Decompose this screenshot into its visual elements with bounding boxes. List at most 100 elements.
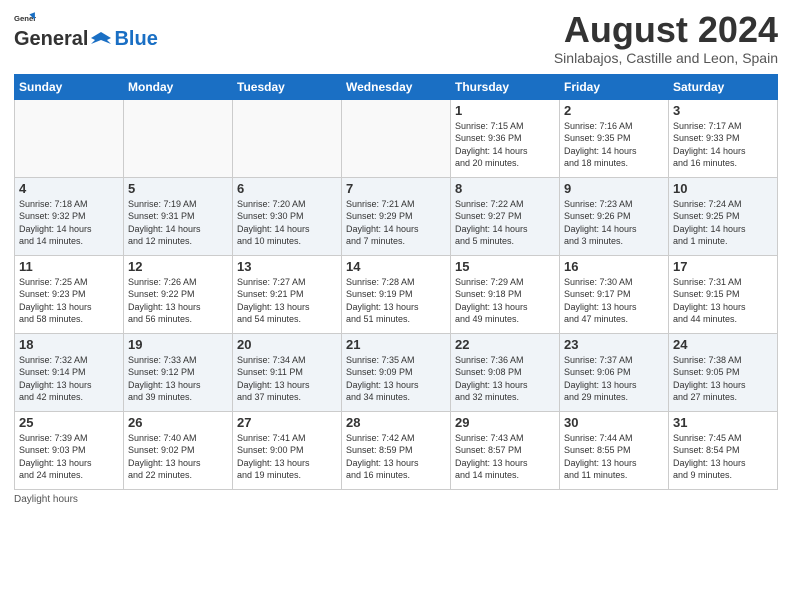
calendar-cell: 3 Sunrise: 7:17 AM Sunset: 9:33 PM Daylig…	[669, 99, 778, 177]
day-number: 8	[455, 181, 555, 196]
day-info: Sunrise: 7:17 AM Sunset: 9:33 PM Dayligh…	[673, 120, 773, 170]
calendar-table: SundayMondayTuesdayWednesdayThursdayFrid…	[14, 74, 778, 490]
page-title: August 2024	[554, 10, 778, 50]
day-number: 31	[673, 415, 773, 430]
day-number: 9	[564, 181, 664, 196]
calendar-cell: 1 Sunrise: 7:15 AM Sunset: 9:36 PM Daylig…	[451, 99, 560, 177]
day-number: 27	[237, 415, 337, 430]
calendar-cell: 16 Sunrise: 7:30 AM Sunset: 9:17 PM Dayli…	[560, 255, 669, 333]
calendar-cell	[15, 99, 124, 177]
day-info: Sunrise: 7:21 AM Sunset: 9:29 PM Dayligh…	[346, 198, 446, 248]
calendar-cell: 25Sunrise: 7:39 AM Sunset: 9:03 PM Dayli…	[15, 411, 124, 489]
title-area: August 2024 Sinlabajos, Castille and Leo…	[554, 10, 778, 66]
day-number: 29	[455, 415, 555, 430]
calendar-cell: 10 Sunrise: 7:24 AM Sunset: 9:25 PM Dayli…	[669, 177, 778, 255]
calendar-header-monday: Monday	[124, 74, 233, 99]
day-info: Sunrise: 7:45 AM Sunset: 8:54 PM Dayligh…	[673, 432, 773, 482]
day-number: 13	[237, 259, 337, 274]
calendar-cell: 5 Sunrise: 7:19 AM Sunset: 9:31 PM Daylig…	[124, 177, 233, 255]
day-number: 23	[564, 337, 664, 352]
calendar-header-saturday: Saturday	[669, 74, 778, 99]
day-info: Sunrise: 7:32 AM Sunset: 9:14 PM Dayligh…	[19, 354, 119, 404]
day-number: 15	[455, 259, 555, 274]
day-info: Sunrise: 7:43 AM Sunset: 8:57 PM Dayligh…	[455, 432, 555, 482]
day-number: 12	[128, 259, 228, 274]
day-number: 21	[346, 337, 446, 352]
calendar-cell: 14 Sunrise: 7:28 AM Sunset: 9:19 PM Dayli…	[342, 255, 451, 333]
day-number: 28	[346, 415, 446, 430]
day-number: 30	[564, 415, 664, 430]
day-info: Sunrise: 7:29 AM Sunset: 9:18 PM Dayligh…	[455, 276, 555, 326]
day-info: Sunrise: 7:27 AM Sunset: 9:21 PM Dayligh…	[237, 276, 337, 326]
day-info: Sunrise: 7:25 AM Sunset: 9:23 PM Dayligh…	[19, 276, 119, 326]
calendar-cell: 4 Sunrise: 7:18 AM Sunset: 9:32 PM Daylig…	[15, 177, 124, 255]
day-number: 10	[673, 181, 773, 196]
day-info: Sunrise: 7:31 AM Sunset: 9:15 PM Dayligh…	[673, 276, 773, 326]
calendar-cell: 12 Sunrise: 7:26 AM Sunset: 9:22 PM Dayli…	[124, 255, 233, 333]
calendar-cell: 30 Sunrise: 7:44 AM Sunset: 8:55 PM Dayli…	[560, 411, 669, 489]
day-info: Sunrise: 7:23 AM Sunset: 9:26 PM Dayligh…	[564, 198, 664, 248]
day-info: Sunrise: 7:26 AM Sunset: 9:22 PM Dayligh…	[128, 276, 228, 326]
calendar-cell: 13 Sunrise: 7:27 AM Sunset: 9:21 PM Dayli…	[233, 255, 342, 333]
day-info: Sunrise: 7:30 AM Sunset: 9:17 PM Dayligh…	[564, 276, 664, 326]
day-number: 19	[128, 337, 228, 352]
calendar-cell	[124, 99, 233, 177]
calendar-cell	[233, 99, 342, 177]
day-info: Sunrise: 7:34 AM Sunset: 9:11 PM Dayligh…	[237, 354, 337, 404]
day-number: 11	[19, 259, 119, 274]
calendar-cell: 21Sunrise: 7:35 AM Sunset: 9:09 PM Dayli…	[342, 333, 451, 411]
day-number: 6	[237, 181, 337, 196]
day-info: Sunrise: 7:15 AM Sunset: 9:36 PM Dayligh…	[455, 120, 555, 170]
calendar-header-wednesday: Wednesday	[342, 74, 451, 99]
calendar-cell: 7Sunrise: 7:21 AM Sunset: 9:29 PM Daylig…	[342, 177, 451, 255]
day-info: Sunrise: 7:24 AM Sunset: 9:25 PM Dayligh…	[673, 198, 773, 248]
calendar-cell: 9 Sunrise: 7:23 AM Sunset: 9:26 PM Daylig…	[560, 177, 669, 255]
logo: General General Blue	[14, 10, 158, 51]
day-info: Sunrise: 7:33 AM Sunset: 9:12 PM Dayligh…	[128, 354, 228, 404]
day-info: Sunrise: 7:42 AM Sunset: 8:59 PM Dayligh…	[346, 432, 446, 482]
day-number: 26	[128, 415, 228, 430]
calendar-header-friday: Friday	[560, 74, 669, 99]
calendar-cell: 31 Sunrise: 7:45 AM Sunset: 8:54 PM Dayli…	[669, 411, 778, 489]
day-number: 2	[564, 103, 664, 118]
calendar-cell: 23 Sunrise: 7:37 AM Sunset: 9:06 PM Dayli…	[560, 333, 669, 411]
day-number: 20	[237, 337, 337, 352]
day-number: 4	[19, 181, 119, 196]
day-info: Sunrise: 7:44 AM Sunset: 8:55 PM Dayligh…	[564, 432, 664, 482]
calendar-cell: 15 Sunrise: 7:29 AM Sunset: 9:18 PM Dayli…	[451, 255, 560, 333]
day-info: Sunrise: 7:20 AM Sunset: 9:30 PM Dayligh…	[237, 198, 337, 248]
calendar-cell: 28 Sunrise: 7:42 AM Sunset: 8:59 PM Dayli…	[342, 411, 451, 489]
calendar-cell: 20 Sunrise: 7:34 AM Sunset: 9:11 PM Dayli…	[233, 333, 342, 411]
calendar-cell: 17 Sunrise: 7:31 AM Sunset: 9:15 PM Dayli…	[669, 255, 778, 333]
day-info: Sunrise: 7:40 AM Sunset: 9:02 PM Dayligh…	[128, 432, 228, 482]
page-subtitle: Sinlabajos, Castille and Leon, Spain	[554, 50, 778, 66]
day-info: Sunrise: 7:16 AM Sunset: 9:35 PM Dayligh…	[564, 120, 664, 170]
day-info: Sunrise: 7:36 AM Sunset: 9:08 PM Dayligh…	[455, 354, 555, 404]
calendar-header-tuesday: Tuesday	[233, 74, 342, 99]
day-info: Sunrise: 7:19 AM Sunset: 9:31 PM Dayligh…	[128, 198, 228, 248]
logo-text-blue: Blue	[114, 28, 157, 51]
calendar-cell: 18 Sunrise: 7:32 AM Sunset: 9:14 PM Dayli…	[15, 333, 124, 411]
day-info: Sunrise: 7:18 AM Sunset: 9:32 PM Dayligh…	[19, 198, 119, 248]
day-info: Sunrise: 7:37 AM Sunset: 9:06 PM Dayligh…	[564, 354, 664, 404]
day-info: Sunrise: 7:41 AM Sunset: 9:00 PM Dayligh…	[237, 432, 337, 482]
day-number: 5	[128, 181, 228, 196]
day-info: Sunrise: 7:22 AM Sunset: 9:27 PM Dayligh…	[455, 198, 555, 248]
day-number: 3	[673, 103, 773, 118]
calendar-cell: 8 Sunrise: 7:22 AM Sunset: 9:27 PM Daylig…	[451, 177, 560, 255]
calendar-header-thursday: Thursday	[451, 74, 560, 99]
calendar-cell: 29 Sunrise: 7:43 AM Sunset: 8:57 PM Dayli…	[451, 411, 560, 489]
day-number: 25	[19, 415, 119, 430]
day-info: Sunrise: 7:28 AM Sunset: 9:19 PM Dayligh…	[346, 276, 446, 326]
day-number: 18	[19, 337, 119, 352]
day-number: 22	[455, 337, 555, 352]
logo-text-general: General	[14, 28, 88, 51]
day-number: 1	[455, 103, 555, 118]
day-number: 14	[346, 259, 446, 274]
calendar-cell: 2 Sunrise: 7:16 AM Sunset: 9:35 PM Daylig…	[560, 99, 669, 177]
calendar-cell: 22 Sunrise: 7:36 AM Sunset: 9:08 PM Dayli…	[451, 333, 560, 411]
day-number: 17	[673, 259, 773, 274]
calendar-cell: 19 Sunrise: 7:33 AM Sunset: 9:12 PM Dayli…	[124, 333, 233, 411]
calendar-header-sunday: Sunday	[15, 74, 124, 99]
day-number: 16	[564, 259, 664, 274]
